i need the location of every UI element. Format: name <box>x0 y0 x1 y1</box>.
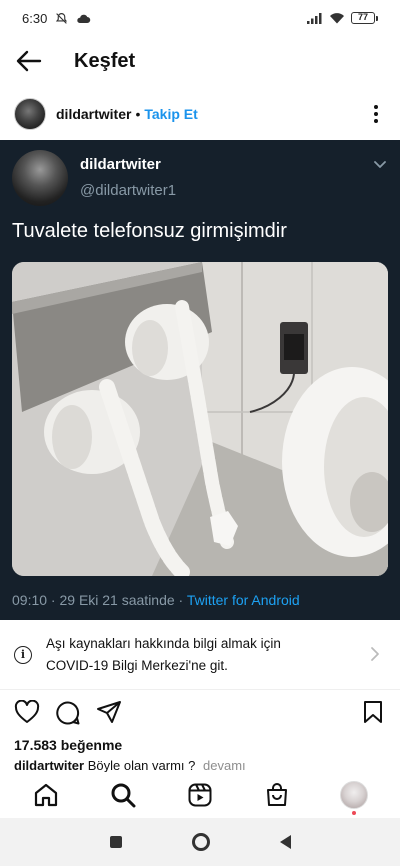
chevron-down-icon <box>374 161 386 168</box>
profile-avatar <box>339 781 368 809</box>
nav-search[interactable] <box>103 775 143 815</box>
caption-more-link[interactable]: devamı <box>203 758 246 772</box>
toilet-photo-illustration <box>12 262 388 576</box>
comment-icon[interactable] <box>55 700 81 726</box>
info-icon: i <box>14 645 32 664</box>
mute-icon <box>56 12 68 24</box>
shop-icon <box>266 783 287 806</box>
covid-info-banner[interactable]: i Aşı kaynakları hakkında bilgi almak iç… <box>0 620 400 690</box>
wifi-icon <box>330 13 344 24</box>
home-button[interactable] <box>191 833 210 851</box>
header: Keşfet <box>0 36 400 86</box>
caption-text: Böyle olan varmı ? <box>87 758 196 772</box>
covid-banner-text: Aşı kaynakları hakkında bilgi almak için… <box>46 633 281 677</box>
page-title: Keşfet <box>74 49 136 72</box>
notification-dot <box>351 811 356 815</box>
tweet-avatar <box>12 150 68 206</box>
nav-reels[interactable] <box>180 775 220 815</box>
tweet-text: Tuvalete telefonsuz girmişimdir <box>12 220 287 242</box>
nav-profile[interactable] <box>334 775 374 815</box>
tweet-meta: 09:10 · 29 Eki 21 saatinde · Twitter for… <box>12 592 300 608</box>
system-nav-bar <box>0 818 400 866</box>
reels-icon <box>188 783 212 807</box>
caption-username[interactable]: dildartwiter <box>14 758 84 772</box>
battery-level: 77 <box>351 12 375 24</box>
signal-icon <box>307 13 322 24</box>
tweet-source: Twitter for Android <box>186 592 300 608</box>
tweet-handle: @dildartwiter1 <box>80 182 177 199</box>
bookmark-icon[interactable] <box>362 700 384 724</box>
like-count[interactable]: 17.583 beğenme <box>14 737 122 753</box>
post-media[interactable]: dildartwiter @dildartwiter1 Tuvalete tel… <box>0 140 400 620</box>
post-actions <box>0 698 400 730</box>
post-header: dildartwiter • Takip Et <box>0 90 400 138</box>
nav-shop[interactable] <box>257 775 297 815</box>
tweet-display-name: dildartwiter <box>80 156 161 173</box>
post-avatar[interactable] <box>14 98 46 130</box>
share-icon[interactable] <box>96 700 122 724</box>
heart-icon[interactable] <box>14 700 40 724</box>
post-username[interactable]: dildartwiter <box>56 106 131 122</box>
back-button[interactable] <box>14 46 44 76</box>
battery-icon: 77 <box>351 12 378 24</box>
separator: • <box>135 106 141 122</box>
recent-apps-button[interactable] <box>109 836 122 848</box>
status-bar: 6:30 77 <box>0 0 400 36</box>
three-dots-vertical-icon <box>374 105 378 109</box>
tweet-timestamp: 09:10 · 29 Eki 21 saatinde · <box>12 592 187 608</box>
tweet-photo <box>12 262 388 576</box>
arrow-left-icon <box>16 50 42 72</box>
more-options-button[interactable] <box>370 102 382 126</box>
covid-line-1: Aşı kaynakları hakkında bilgi almak için <box>46 635 281 651</box>
post-caption: dildartwiter Böyle olan varmı ? devamı <box>14 758 394 772</box>
search-icon <box>111 783 136 808</box>
nav-home[interactable] <box>26 775 66 815</box>
cloud-icon <box>77 14 91 23</box>
covid-line-2: COVID-19 Bilgi Merkezi'ne git. <box>46 657 228 673</box>
follow-button[interactable]: Takip Et <box>144 106 197 122</box>
back-system-button[interactable] <box>279 835 291 849</box>
bottom-nav <box>0 772 400 818</box>
chevron-right-icon <box>371 647 379 661</box>
home-icon <box>35 783 58 807</box>
status-time: 6:30 <box>22 10 48 26</box>
